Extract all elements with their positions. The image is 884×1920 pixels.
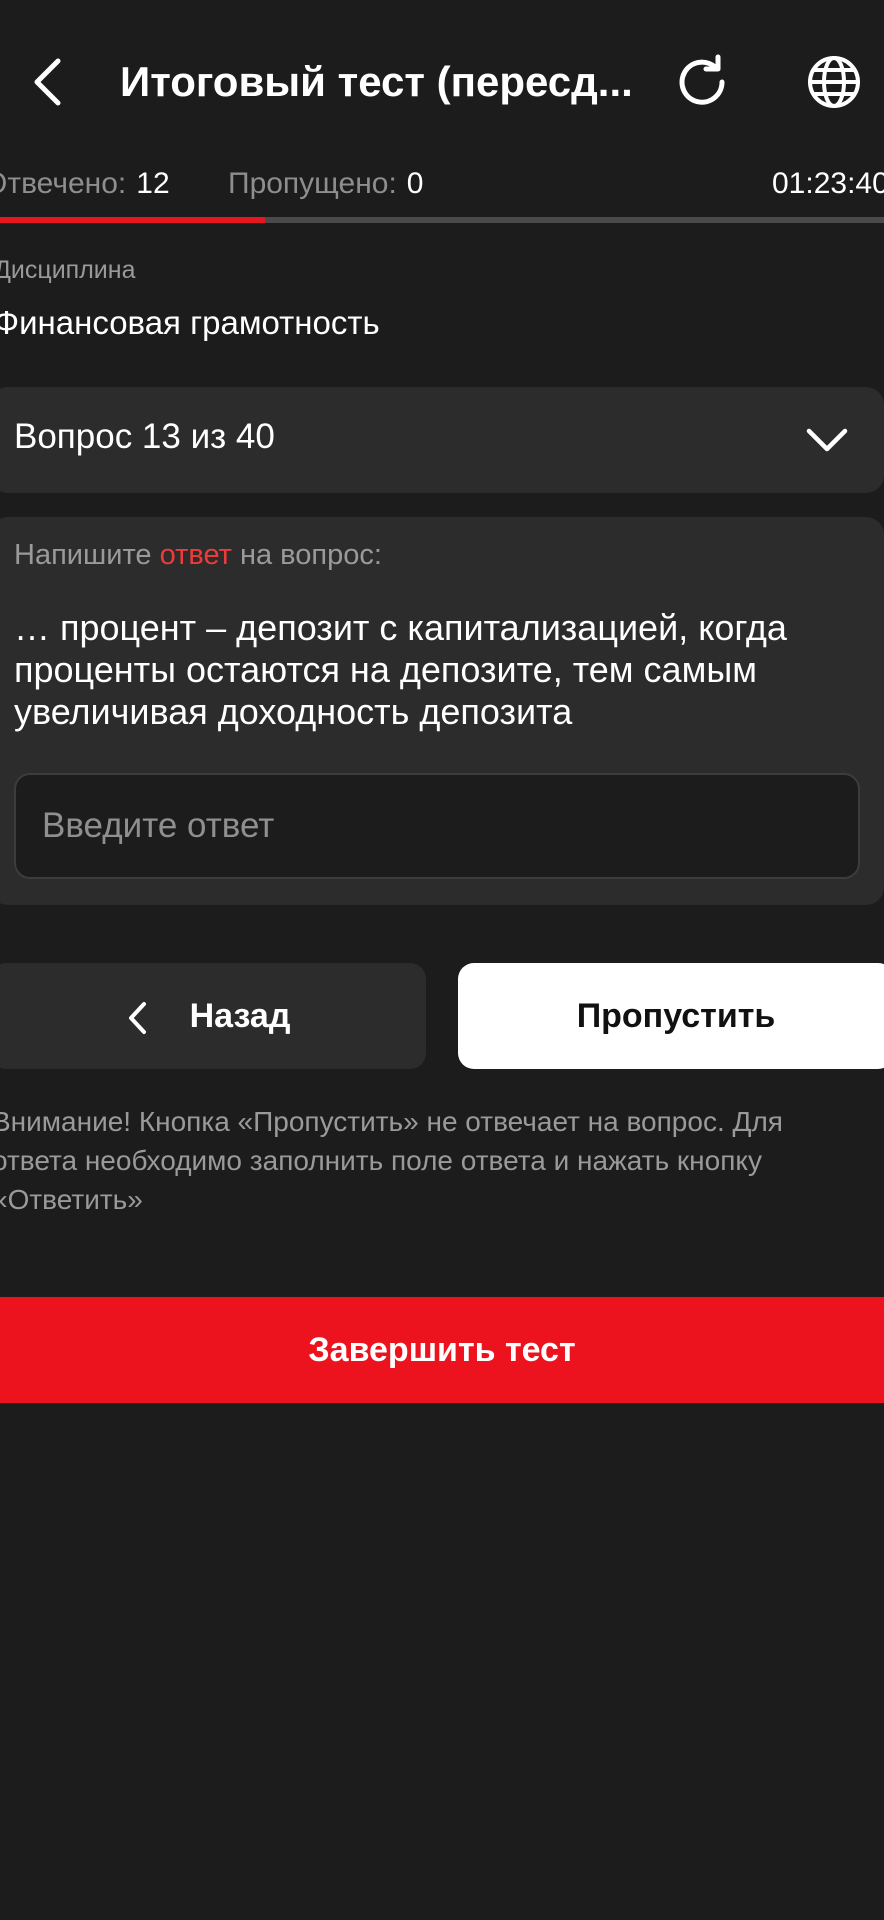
answered-label: Отвечено: xyxy=(0,167,127,200)
skipped-counter: Пропущено: 0 xyxy=(228,160,423,208)
discipline-label: Дисциплина xyxy=(0,256,136,284)
back-question-button[interactable]: Назад xyxy=(0,963,426,1069)
page-title: Итоговый тест (пересд... xyxy=(120,58,630,105)
answered-value: 12 xyxy=(136,167,170,200)
test-stats: Отвечено: 12 Пропущено: 0 01:23:40 xyxy=(0,160,884,208)
back-question-label: Назад xyxy=(189,996,291,1035)
progress-fill xyxy=(0,217,266,223)
language-button[interactable] xyxy=(798,46,870,118)
skip-button[interactable]: Пропустить xyxy=(458,963,884,1069)
chevron-left-small-icon xyxy=(126,1001,156,1034)
top-app-bar: Итоговый тест (пересд... xyxy=(0,0,884,166)
skip-label: Пропустить xyxy=(576,996,776,1035)
question-prompt: Напишите ответ на вопрос: xyxy=(14,539,382,572)
question-text: … процент – депозит с капитализацией, ко… xyxy=(14,607,787,732)
prompt-text-before: Напишите xyxy=(14,539,160,571)
chevron-left-icon xyxy=(34,58,61,106)
answer-input[interactable] xyxy=(14,773,860,879)
prompt-text-after: на вопрос: xyxy=(231,539,382,571)
timer: 01:23:40 xyxy=(772,167,884,200)
chevron-down-icon xyxy=(806,428,848,452)
skipped-value: 0 xyxy=(406,167,424,200)
question-card: Напишите ответ на вопрос: … процент – де… xyxy=(0,517,884,905)
discipline-value: Финансовая грамотность xyxy=(0,304,380,341)
question-number: Вопрос 13 из 40 xyxy=(14,417,275,456)
back-button[interactable] xyxy=(14,42,80,122)
skip-warning: Внимание! Кнопка «Пропустить» не отвечае… xyxy=(0,1106,783,1215)
globe-icon xyxy=(808,56,860,108)
reload-button[interactable] xyxy=(666,46,738,118)
finish-test-button[interactable]: Завершить тест xyxy=(0,1297,884,1403)
answered-counter: Отвечено: 12 xyxy=(0,160,170,208)
prompt-accent-word: ответ xyxy=(159,539,232,571)
reload-icon xyxy=(679,54,725,105)
question-selector[interactable]: Вопрос 13 из 40 xyxy=(0,387,884,493)
skipped-label: Пропущено: xyxy=(228,167,397,200)
progress-bar xyxy=(0,217,884,223)
finish-test-label: Завершить тест xyxy=(308,1330,576,1369)
